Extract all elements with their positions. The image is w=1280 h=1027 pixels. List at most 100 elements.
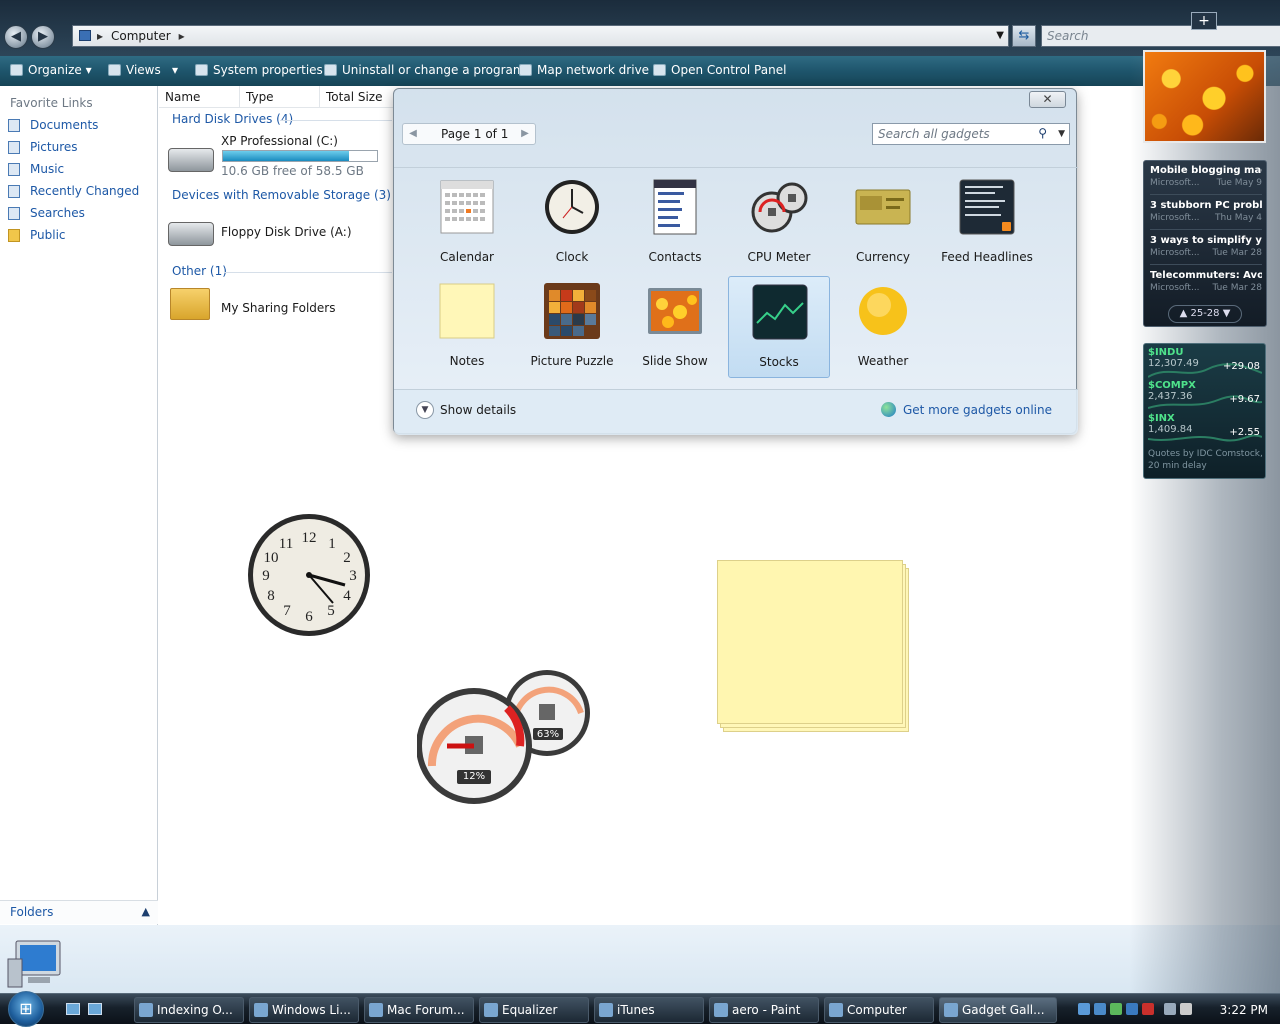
search-input[interactable]: Search	[1041, 25, 1280, 47]
nav-music[interactable]: Music	[0, 158, 157, 180]
svg-text:12: 12	[302, 530, 317, 546]
stocks-attribution: Quotes by IDC Comstock, 20 min delay	[1148, 449, 1263, 471]
get-more-gadgets-link[interactable]: Get more gadgets online	[880, 401, 1052, 419]
gadget-contacts[interactable]: Contacts	[624, 172, 726, 274]
drive-c-label[interactable]: XP Professional (C:)	[221, 134, 338, 148]
forward-button[interactable]: ▶	[31, 25, 55, 49]
gadget-calendar[interactable]: Calendar	[416, 172, 518, 274]
column-type[interactable]: Type	[240, 86, 320, 108]
nav-searches[interactable]: Searches	[0, 202, 157, 224]
task-computer[interactable]: Computer	[824, 997, 934, 1023]
tray-icon[interactable]	[1126, 1003, 1138, 1015]
indexing-icon	[139, 1003, 153, 1017]
next-page-button[interactable]: ▶	[517, 124, 533, 144]
task-gadget-gallery[interactable]: Gadget Gall...	[939, 997, 1057, 1023]
svg-text:9: 9	[262, 568, 270, 584]
nav-recently-changed[interactable]: Recently Changed	[0, 180, 157, 202]
nav-public[interactable]: Public	[0, 224, 157, 246]
chevron-down-icon[interactable]: ▼	[996, 26, 1004, 46]
views-button[interactable]: Views	[106, 56, 161, 86]
gallery-footer: ▼ Show details Get more gadgets online	[394, 389, 1078, 435]
uninstall-button[interactable]: Uninstall or change a program	[322, 56, 525, 86]
address-bar[interactable]: ▸ Computer ▸ ▼	[72, 25, 1009, 47]
clock-gadget[interactable]: 12 12 3 45678 9 1011	[247, 513, 371, 637]
gadget-clock[interactable]: Clock	[521, 172, 623, 274]
gadget-slide-show[interactable]: Slide Show	[624, 276, 726, 378]
column-total-size[interactable]: Total Size	[320, 86, 394, 108]
gadget-picture-puzzle[interactable]: Picture Puzzle	[521, 276, 623, 378]
map-network-drive-button[interactable]: Map network drive	[517, 56, 649, 86]
tray-icon[interactable]	[1110, 1003, 1122, 1015]
notes-gadget[interactable]	[717, 560, 912, 735]
gallery-pager: ◀ Page 1 of 1 ▶	[402, 123, 536, 145]
stock-row[interactable]: $COMPX 2,437.36 +9.67	[1148, 380, 1262, 414]
chevron-down-icon: ▼	[416, 401, 434, 419]
group-removable-storage[interactable]: Devices with Removable Storage (3)	[172, 188, 391, 202]
gadget-notes[interactable]: Notes	[416, 276, 518, 378]
computer-icon	[7, 940, 61, 988]
task-itunes[interactable]: iTunes	[594, 997, 704, 1023]
stock-row[interactable]: $INX 1,409.84 +2.55	[1148, 413, 1262, 447]
nav-pictures[interactable]: Pictures	[0, 136, 157, 158]
note-page[interactable]	[717, 560, 903, 724]
gadget-icon	[944, 1003, 958, 1017]
floppy-drive-label[interactable]: Floppy Disk Drive (A:)	[221, 225, 352, 239]
task-paint[interactable]: aero - Paint	[709, 997, 819, 1023]
views-dropdown[interactable]: ▾	[168, 56, 178, 86]
close-button[interactable]: ✕	[1029, 91, 1066, 108]
stocks-icon	[752, 284, 808, 340]
tray-icon[interactable]	[1142, 1003, 1154, 1015]
column-name[interactable]: Name	[159, 86, 240, 108]
tray-icon[interactable]	[1094, 1003, 1106, 1015]
gadget-cpu-meter[interactable]: CPU Meter	[728, 172, 830, 274]
gadget-feed-headlines[interactable]: Feed Headlines	[936, 172, 1038, 274]
feed-item[interactable]: 3 stubborn PC proble...Microsoft...Thu M…	[1150, 200, 1262, 224]
group-hard-disk-drives[interactable]: Hard Disk Drives (4)	[172, 112, 293, 126]
cpu-meter-gadget[interactable]	[417, 668, 592, 808]
task-mac-forum[interactable]: Mac Forum...	[364, 997, 474, 1023]
chevron-right-icon[interactable]: ▸	[179, 29, 185, 43]
nav-documents[interactable]: Documents	[0, 114, 157, 136]
check-icon	[195, 64, 208, 76]
previous-page-button[interactable]: ◀	[405, 124, 421, 144]
folders-toggle[interactable]: Folders ▲	[0, 900, 158, 924]
add-gadget-button[interactable]: +	[1191, 12, 1217, 30]
svg-text:6: 6	[305, 609, 313, 625]
my-sharing-folders-label[interactable]: My Sharing Folders	[221, 301, 336, 315]
gadget-currency[interactable]: Currency	[832, 172, 934, 274]
back-button[interactable]: ◀	[4, 25, 28, 49]
task-equalizer[interactable]: Equalizer	[479, 997, 589, 1023]
stock-row[interactable]: $INDU 12,307.49 +29.08	[1148, 347, 1262, 381]
svg-text:11: 11	[279, 536, 293, 552]
page-indicator: Page 1 of 1	[441, 127, 509, 141]
gadget-weather[interactable]: Weather	[832, 276, 934, 378]
slide-show-gadget[interactable]	[1143, 50, 1266, 143]
start-button[interactable]: ⊞	[8, 991, 44, 1027]
svg-text:4: 4	[343, 588, 351, 604]
task-windows-live[interactable]: Windows Li...	[249, 997, 359, 1023]
drive-c-free-space: 10.6 GB free of 58.5 GB	[221, 164, 364, 178]
open-control-panel-button[interactable]: Open Control Panel	[651, 56, 786, 86]
show-details-button[interactable]: ▼ Show details	[416, 401, 516, 419]
switch-windows-icon[interactable]	[88, 1003, 102, 1015]
gallery-search-input[interactable]: Search all gadgets ⚲ ▼	[872, 123, 1070, 145]
feed-item[interactable]: 3 ways to simplify y... Microsoft... Tue M…	[1150, 235, 1262, 259]
organize-button[interactable]: Organize ▾	[8, 56, 92, 86]
chevron-down-icon[interactable]: ▼	[1058, 124, 1065, 144]
taskbar: ⊞ Indexing O... Windows Li... Mac Forum.…	[0, 991, 1280, 1027]
taskbar-clock[interactable]: 3:22 PM	[1220, 1001, 1268, 1019]
group-other[interactable]: Other (1)	[172, 264, 227, 278]
refresh-button[interactable]: ⇆	[1012, 25, 1036, 47]
gadget-stocks[interactable]: Stocks	[728, 276, 830, 378]
network-drive-icon	[519, 64, 532, 76]
tray-icon[interactable]	[1078, 1003, 1090, 1015]
volume-icon[interactable]	[1180, 1003, 1192, 1015]
feed-item[interactable]: Telecommuters: Avo...Microsoft...Tue Mar…	[1150, 270, 1262, 294]
search-icon[interactable]: ⚲	[1038, 123, 1047, 143]
system-properties-button[interactable]: System properties	[193, 56, 323, 86]
feed-pager[interactable]: ▲ 25-28 ▼	[1168, 305, 1242, 323]
feed-item[interactable]: Mobile blogging mad...Microsoft...Tue Ma…	[1150, 165, 1262, 189]
task-indexing[interactable]: Indexing O...	[134, 997, 244, 1023]
network-icon[interactable]	[1164, 1003, 1176, 1015]
show-desktop-icon[interactable]	[66, 1003, 80, 1015]
